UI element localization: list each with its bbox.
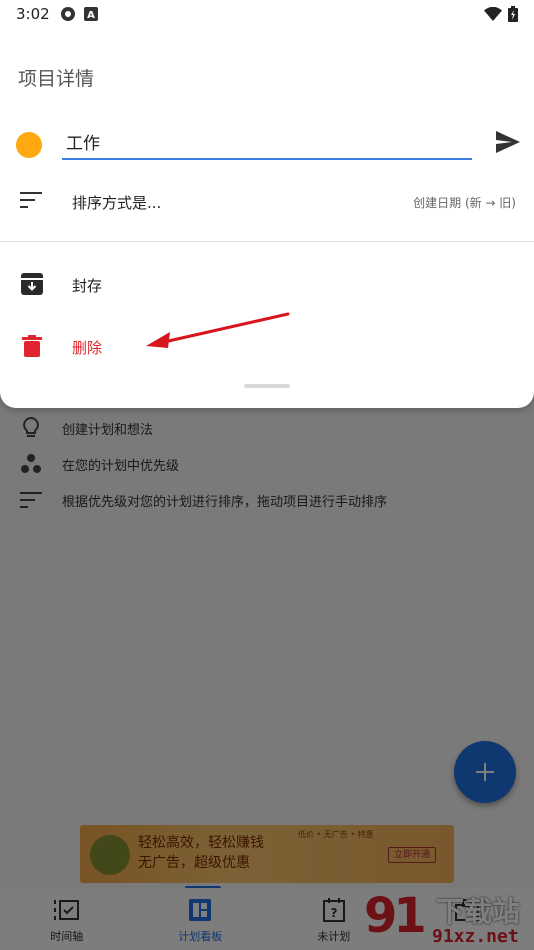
project-name-input[interactable] [62,124,472,160]
archive-button[interactable]: 封存 [0,262,534,306]
send-icon [496,131,520,153]
archive-box-icon [20,272,44,296]
settings-gear-icon [60,7,75,21]
divider [0,241,534,242]
svg-text:A: A [87,10,95,21]
font-a-icon: A [83,7,98,21]
status-bar: 3:02 A [0,0,534,28]
delete-label: 删除 [72,339,103,357]
project-details-sheet: 项目详情 排序方式是... 创建日期 (新 → 旧) 封存 删除 [0,0,534,408]
sheet-drag-handle[interactable] [244,384,290,388]
sort-value: 创建日期 (新 → 旧) [413,196,516,210]
sheet-title: 项目详情 [18,68,95,90]
battery-charging-icon [508,6,518,22]
delete-button[interactable]: 删除 [0,324,534,368]
status-time: 3:02 [16,5,50,23]
project-name-row [0,118,534,168]
sort-label: 排序方式是... [72,194,162,212]
trash-icon [20,334,44,358]
sort-order-row[interactable]: 排序方式是... 创建日期 (新 → 旧) [0,180,534,224]
wifi-icon [484,7,502,21]
archive-label: 封存 [72,277,103,295]
sort-lines-icon [20,192,42,212]
save-name-button[interactable] [494,128,522,156]
project-color-picker[interactable] [16,132,42,158]
